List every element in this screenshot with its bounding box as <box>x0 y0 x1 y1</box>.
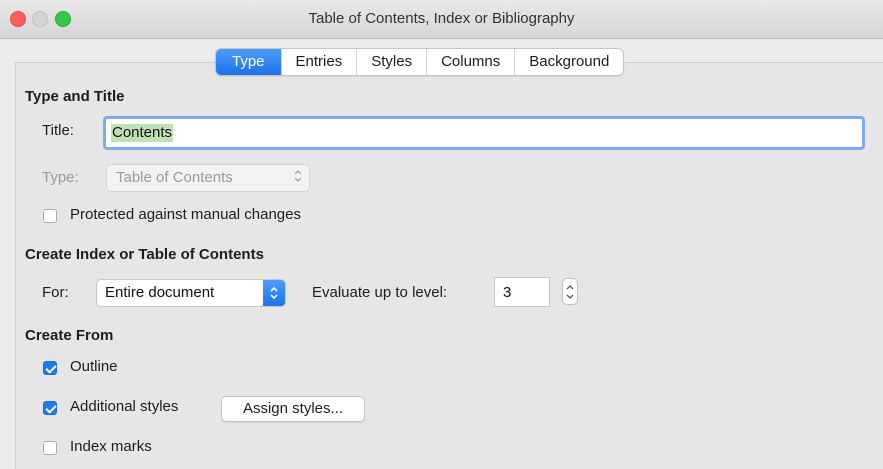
protected-label: Protected against manual changes <box>70 206 301 223</box>
type-select: Table of Contents <box>106 164 310 192</box>
evaluate-label: Evaluate up to level: <box>312 284 448 301</box>
tab-styles[interactable]: Styles <box>356 49 426 75</box>
outline-checkbox[interactable] <box>43 361 57 375</box>
assign-styles-button[interactable]: Assign styles... <box>221 396 365 422</box>
type-label: Type: <box>42 169 79 186</box>
title-input-value: Contents <box>111 124 174 142</box>
evaluate-level-value: 3 <box>503 284 512 301</box>
tab-columns[interactable]: Columns <box>426 49 514 75</box>
for-label: For: <box>42 284 69 301</box>
outline-label: Outline <box>70 358 118 375</box>
index-marks-label: Index marks <box>70 438 152 455</box>
evaluate-level-stepper[interactable] <box>562 278 578 305</box>
title-input[interactable]: Contents <box>103 116 865 150</box>
create-from-heading: Create From <box>25 327 114 344</box>
create-index-heading: Create Index or Table of Contents <box>25 246 264 263</box>
type-select-value: Table of Contents <box>116 169 233 186</box>
tab-entries[interactable]: Entries <box>280 49 357 75</box>
title-label: Title: <box>42 122 74 139</box>
for-select-value: Entire document <box>105 284 215 301</box>
type-and-title-heading: Type and Title <box>25 88 125 105</box>
updown-chevron-icon <box>294 169 302 183</box>
tab-background[interactable]: Background <box>514 49 623 75</box>
index-marks-checkbox[interactable] <box>43 441 57 455</box>
dropdown-chevron-icon <box>263 280 285 306</box>
tab-type[interactable]: Type <box>216 49 281 75</box>
for-select[interactable]: Entire document <box>96 279 286 307</box>
additional-styles-label: Additional styles <box>70 398 179 415</box>
window-title: Table of Contents, Index or Bibliography <box>308 10 575 27</box>
protected-checkbox[interactable] <box>43 209 57 223</box>
tab-bar: Type Entries Styles Columns Background <box>215 48 625 76</box>
additional-styles-checkbox[interactable] <box>43 401 57 415</box>
evaluate-level-input[interactable]: 3 <box>494 277 550 307</box>
window-titlebar: Table of Contents, Index or Bibliography <box>0 0 883 39</box>
